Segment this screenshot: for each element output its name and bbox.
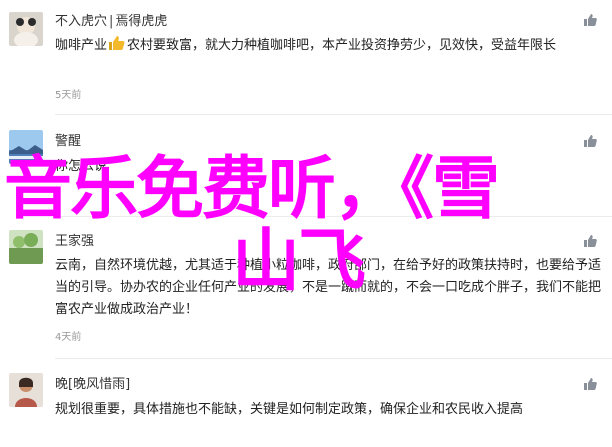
comment-body: 规划很重要，具体措施也不能缺，关键是如何制定政策，确保企业和农民收入提高: [55, 402, 524, 417]
username[interactable]: 王家强: [55, 234, 94, 249]
divider: [55, 114, 612, 115]
comment-body: 咖啡产业 农村要致富，就大力种植咖啡吧，本产业投资挣劳少，见效快，受益年限长: [55, 35, 603, 59]
divider: [55, 358, 612, 359]
comment-header: 王家强: [55, 232, 94, 252]
comment-body: 云南，自然环境优越，尤其适于种植小粒咖啡，政府部门，在给予好的政策扶持时，也要给…: [55, 258, 602, 317]
comment-header: 警醒: [55, 132, 81, 152]
avatar[interactable]: [9, 373, 43, 407]
like-button[interactable]: [582, 376, 598, 392]
reply-to-name[interactable]: 焉得虎虎: [115, 14, 167, 29]
comment-header: 晚[晚风惜雨]: [55, 375, 130, 395]
username-suffix: [晚风惜雨]: [68, 377, 131, 392]
thumbs-up-icon: [584, 235, 597, 247]
thumbs-up-icon: [108, 35, 126, 59]
username[interactable]: 不入虎穴: [55, 14, 107, 29]
timestamp: 5天前: [55, 90, 82, 101]
username[interactable]: 警醒: [55, 134, 81, 149]
avatar[interactable]: [9, 230, 43, 264]
thumbs-up-icon: [584, 14, 597, 26]
like-button[interactable]: [582, 233, 598, 249]
username[interactable]: 晚: [55, 377, 68, 392]
avatar[interactable]: [9, 130, 43, 164]
comment-body: 你怎么说: [55, 159, 108, 174]
thumbs-up-icon: [584, 378, 597, 390]
like-button[interactable]: [582, 12, 598, 28]
separator: |: [109, 14, 114, 29]
avatar[interactable]: [9, 12, 43, 46]
thumbs-up-icon: [584, 135, 597, 147]
comment-header: 不入虎穴 | 焉得虎虎: [55, 12, 167, 32]
comment-feed: 不入虎穴 | 焉得虎虎 咖啡产业 农村要致富，就大力种植咖啡吧，本产业投资挣劳少，见效…: [0, 0, 612, 447]
timestamp: 4天前: [55, 332, 82, 343]
divider: [55, 216, 612, 217]
like-button[interactable]: [582, 133, 598, 149]
